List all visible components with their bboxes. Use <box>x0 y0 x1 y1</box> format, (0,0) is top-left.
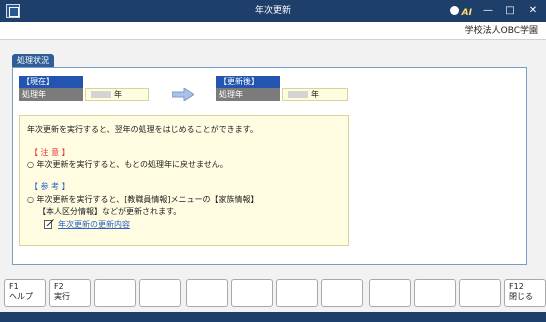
note-intro: 年次更新を実行すると、翌年の処理をはじめることができます。 <box>27 125 258 134</box>
title-bar: 年次更新 AI — □ ✕ <box>0 0 546 22</box>
f12-close-button[interactable]: F12 閉じる <box>504 279 546 307</box>
current-year-field: 年 <box>85 88 149 101</box>
maximize-button[interactable]: □ <box>498 0 522 22</box>
current-year-unit: 年 <box>114 90 122 99</box>
tab-processing-status: 処理状況 <box>12 54 54 67</box>
f9-button[interactable] <box>369 279 411 307</box>
f7-button[interactable] <box>276 279 318 307</box>
after-year-value <box>288 91 308 98</box>
f2-execute-button[interactable]: F2 実行 <box>49 279 91 307</box>
minimize-button[interactable]: — <box>476 0 500 22</box>
f4-button[interactable] <box>139 279 181 307</box>
current-year-label: 処理年 <box>19 88 83 101</box>
reference-text-2: 【本人区分情報】などが更新されます。 <box>38 207 182 216</box>
after-year-unit: 年 <box>311 90 319 99</box>
f11-button[interactable] <box>459 279 501 307</box>
current-header: 【現在】 <box>19 76 83 88</box>
after-year-field: 年 <box>282 88 348 101</box>
right-arrow-icon <box>172 88 194 101</box>
f8-button[interactable] <box>321 279 363 307</box>
f5-button[interactable] <box>186 279 228 307</box>
ai-assistant-icon[interactable]: AI <box>448 2 472 20</box>
close-button[interactable]: ✕ <box>521 0 545 22</box>
f1-help-button[interactable]: F1 ヘルプ <box>4 279 46 307</box>
caution-heading: 【 注 意 】 <box>30 148 70 157</box>
update-contents-link[interactable]: 年次更新の更新内容 <box>58 219 130 230</box>
edit-note-icon <box>44 219 54 229</box>
after-year-label: 処理年 <box>216 88 280 101</box>
reference-heading: 【 参 考 】 <box>30 182 70 191</box>
f6-button[interactable] <box>231 279 273 307</box>
reference-text-1: ○ 年次更新を実行すると、[教職員情報]メニューの【家族情報】 <box>27 195 259 204</box>
info-note: 年次更新を実行すると、翌年の処理をはじめることができます。 【 注 意 】 ○ … <box>19 115 349 246</box>
function-key-bar: F1 ヘルプ F2 実行 F12 閉じる <box>0 275 546 309</box>
caution-text: ○ 年次更新を実行すると、もとの処理年に戻せません。 <box>27 160 228 169</box>
current-year-value <box>91 91 111 98</box>
organization-name: 学校法人OBC学園 <box>464 26 538 36</box>
after-header: 【更新後】 <box>216 76 280 88</box>
status-bar <box>0 312 546 322</box>
f10-button[interactable] <box>414 279 456 307</box>
f3-button[interactable] <box>94 279 136 307</box>
organization-bar: 学校法人OBC学園 <box>0 22 546 40</box>
